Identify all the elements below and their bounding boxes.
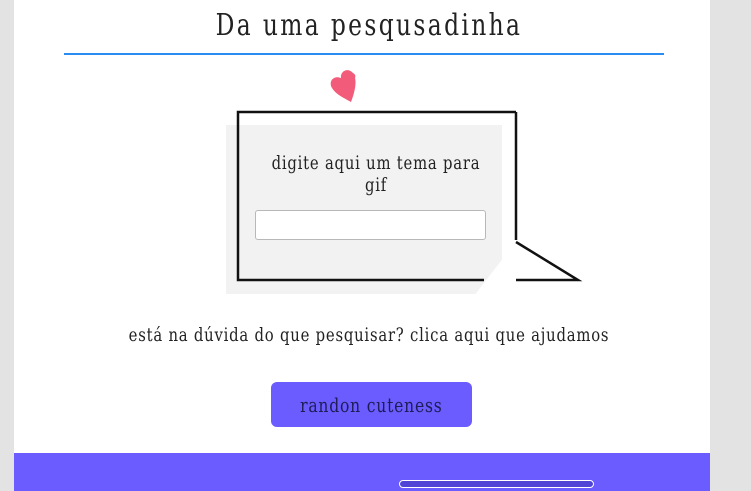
page-content: Da uma pesqusadinha digite aqui um tema … (14, 0, 710, 491)
random-cuteness-label: randon cuteness (300, 392, 443, 417)
random-cuteness-button[interactable]: randon cuteness (271, 382, 472, 427)
heart-icon (330, 70, 356, 102)
search-prompt: digite aqui um tema para gif (271, 152, 481, 196)
title-underline (64, 53, 664, 55)
footer-bar (14, 453, 710, 491)
speech-bubble-frame (236, 110, 583, 282)
page-title: Da uma pesqusadinha (215, 8, 523, 43)
search-input[interactable] (255, 210, 486, 240)
footer-handle[interactable] (399, 480, 594, 488)
help-link[interactable]: está na dúvida do que pesquisar? clica a… (92, 324, 646, 346)
